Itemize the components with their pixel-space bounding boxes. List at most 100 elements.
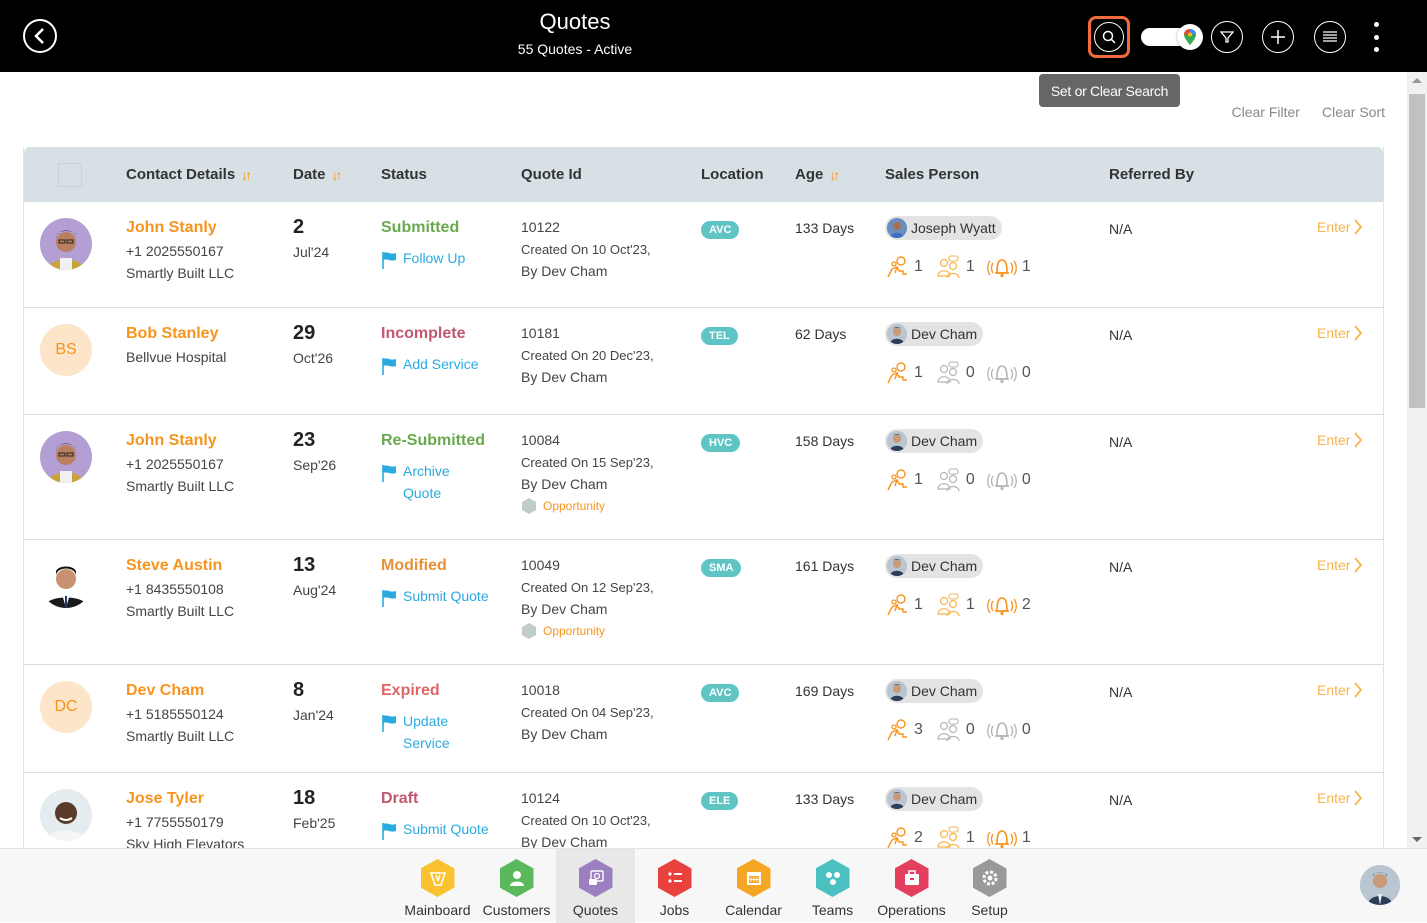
sales-person-chip[interactable]: Joseph Wyatt [885, 216, 1002, 240]
sales-person-chip[interactable]: Dev Cham [885, 679, 984, 703]
add-button[interactable] [1262, 21, 1294, 53]
alerts-metric[interactable]: 2 [986, 593, 1031, 617]
enter-button[interactable]: Enter [1317, 682, 1363, 698]
sales-person-chip[interactable]: Dev Cham [885, 429, 984, 453]
alerts-metric[interactable]: 1 [986, 255, 1031, 279]
alerts-metric[interactable]: 0 [986, 718, 1031, 742]
status-action-link[interactable]: Submit Quote [381, 818, 511, 840]
scroll-thumb[interactable] [1409, 94, 1425, 408]
nav-item-mainboard[interactable]: Mainboard [398, 849, 477, 923]
alerts-metric[interactable]: 0 [986, 361, 1031, 385]
scrollbar[interactable] [1407, 72, 1427, 848]
location-badge: SMA [701, 559, 742, 577]
select-all-checkbox[interactable] [58, 163, 82, 187]
enter-button[interactable]: Enter [1317, 557, 1363, 573]
meetings-metric[interactable]: 1 [935, 255, 975, 279]
table-header: Contact Details ↓↑ Date ↓↑ Status Quote Id… [24, 147, 1383, 202]
quote-id[interactable]: 10124 [521, 790, 651, 806]
enter-button[interactable]: Enter [1317, 219, 1363, 235]
table-row[interactable]: BS Bob Stanley Bellvue Hospital 29 Oct'2… [24, 308, 1383, 415]
visits-metric[interactable]: 1 [885, 593, 923, 617]
table-row[interactable]: John Stanly +1 2025550167 Smartly Built … [24, 202, 1383, 308]
nav-item-jobs[interactable]: Jobs [635, 849, 714, 923]
contact-avatar: BS [40, 324, 92, 376]
contact-name[interactable]: John Stanly [126, 219, 234, 237]
user-avatar[interactable] [1360, 865, 1400, 905]
quote-id[interactable]: 10181 [521, 325, 654, 341]
nav-item-setup[interactable]: Setup [950, 849, 1029, 923]
alerts-metric[interactable]: 0 [986, 468, 1031, 492]
map-pin-icon [1177, 24, 1203, 50]
status-action-link[interactable]: Add Service [381, 353, 511, 375]
visits-metric[interactable]: 2 [885, 826, 923, 848]
clear-filter-link[interactable]: Clear Filter [1232, 104, 1300, 120]
column-sales-person: Sales Person [885, 166, 980, 183]
sort-icon[interactable]: ↓↑ [241, 167, 252, 183]
chevron-right-icon [1354, 682, 1363, 698]
nav-item-operations[interactable]: Operations [872, 849, 951, 923]
opportunity-link[interactable]: Opportunity [521, 498, 654, 514]
contact-name[interactable]: Dev Cham [126, 682, 234, 700]
nav-item-quotes[interactable]: Quotes [556, 849, 635, 923]
age-value: 133 Days [795, 791, 855, 807]
opportunity-link[interactable]: Opportunity [521, 623, 654, 639]
visits-metric[interactable]: 1 [885, 361, 923, 385]
contact-name[interactable]: Jose Tyler [126, 790, 244, 808]
customers-icon [499, 859, 534, 897]
more-menu-button[interactable] [1370, 22, 1382, 52]
nav-label: Teams [811, 902, 854, 918]
nav-label: Mainboard [404, 902, 471, 918]
quote-id[interactable]: 10018 [521, 682, 654, 698]
quote-id[interactable]: 10122 [521, 219, 651, 235]
nav-item-teams[interactable]: Teams [793, 849, 872, 923]
alerts-metric[interactable]: 1 [986, 826, 1031, 848]
visits-metric[interactable]: 3 [885, 718, 923, 742]
sales-person-chip[interactable]: Dev Cham [885, 554, 984, 578]
sort-icon[interactable]: ↓↑ [829, 167, 840, 183]
date-day: 2 [293, 216, 305, 238]
contact-company: Smartly Built LLC [126, 478, 235, 494]
list-view-button[interactable] [1314, 21, 1346, 53]
status-action-link[interactable]: Follow Up [381, 247, 511, 269]
quote-id[interactable]: 10049 [521, 557, 654, 573]
scroll-up-arrow[interactable] [1412, 78, 1422, 83]
status-action-link[interactable]: Update Service [381, 710, 511, 754]
nav-item-customers[interactable]: Customers [477, 849, 556, 923]
visits-metric[interactable]: 1 [885, 468, 923, 492]
quotes-icon [578, 859, 613, 897]
contact-avatar [40, 431, 92, 483]
status-action-link[interactable]: Submit Quote [381, 585, 511, 607]
sort-icon[interactable]: ↓↑ [332, 167, 343, 183]
clear-sort-link[interactable]: Clear Sort [1322, 104, 1385, 120]
enter-button[interactable]: Enter [1317, 432, 1363, 448]
contact-name[interactable]: Bob Stanley [126, 325, 226, 343]
table-row[interactable]: John Stanly +1 2025550167 Smartly Built … [24, 415, 1383, 540]
nav-item-calendar[interactable]: Calendar [714, 849, 793, 923]
sales-person-chip[interactable]: Dev Cham [885, 322, 984, 346]
visit-icon [887, 719, 907, 741]
meetings-metric[interactable]: 0 [935, 468, 975, 492]
table-row[interactable]: Steve Austin +1 8435550108 Smartly Built… [24, 540, 1383, 665]
table-row[interactable]: Jose Tyler +1 7755550179 Sky High Elevat… [24, 773, 1383, 848]
meetings-metric[interactable]: 1 [935, 826, 975, 848]
search-button[interactable] [1094, 22, 1124, 52]
search-button-highlight[interactable] [1088, 16, 1130, 58]
status-action-link[interactable]: Archive Quote [381, 460, 511, 504]
map-toggle[interactable] [1141, 24, 1203, 50]
meeting-icon [937, 468, 960, 492]
contact-name[interactable]: Steve Austin [126, 557, 234, 575]
meetings-metric[interactable]: 0 [935, 718, 975, 742]
opportunity-icon [522, 498, 536, 514]
enter-button[interactable]: Enter [1317, 790, 1363, 806]
meetings-metric[interactable]: 0 [935, 361, 975, 385]
enter-button[interactable]: Enter [1317, 325, 1363, 341]
setup-icon [972, 859, 1007, 897]
visits-metric[interactable]: 1 [885, 255, 923, 279]
contact-name[interactable]: John Stanly [126, 432, 234, 450]
scroll-down-arrow[interactable] [1412, 837, 1422, 842]
sales-person-chip[interactable]: Dev Cham [885, 787, 984, 811]
meetings-metric[interactable]: 1 [935, 593, 975, 617]
table-row[interactable]: DC Dev Cham +1 5185550124 Smartly Built … [24, 665, 1383, 773]
quote-id[interactable]: 10084 [521, 432, 654, 448]
filter-button[interactable] [1211, 21, 1243, 53]
